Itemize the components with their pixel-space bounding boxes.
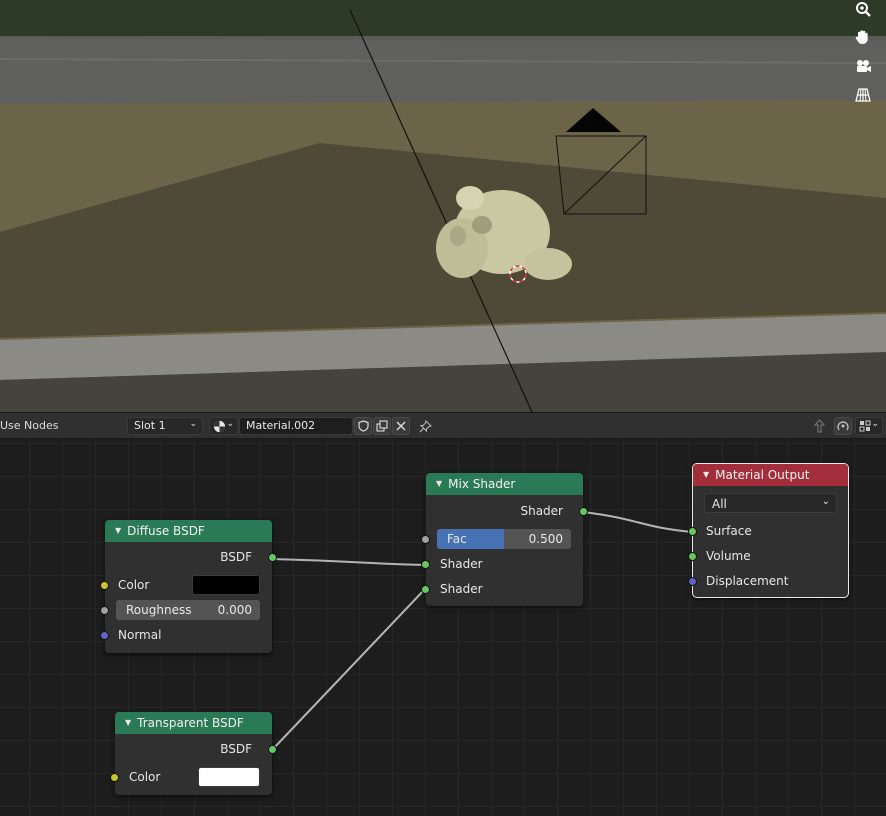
diffuse-bsdf-node-header[interactable]: ▼ Diffuse BSDF (105, 520, 272, 542)
collapse-triangle-icon[interactable]: ▼ (436, 473, 442, 495)
3d-viewport[interactable] (0, 0, 886, 412)
fac-slider[interactable]: Fac 0.500 (437, 529, 571, 549)
transparent-bsdf-node[interactable]: ▼ Transparent BSDF BSDF Color (110, 712, 277, 795)
duplicate-icon[interactable] (373, 417, 391, 435)
link-mix-to-output[interactable] (582, 511, 693, 533)
normal-label: Normal (118, 628, 162, 642)
displacement-input-socket[interactable] (688, 577, 697, 586)
surface-input-socket[interactable] (688, 527, 697, 536)
chevron-down-icon: ⌄ (189, 419, 197, 429)
shader-input-socket-1[interactable] (421, 560, 430, 569)
close-icon[interactable] (392, 417, 410, 435)
transparent-bsdf-node-header[interactable]: ▼ Transparent BSDF (115, 712, 272, 734)
slot-dropdown[interactable]: Slot 1 ⌄ (127, 417, 203, 435)
snap-icon[interactable] (834, 417, 852, 435)
bsdf-output-label: BSDF (220, 742, 252, 756)
parent-up-icon[interactable] (810, 417, 828, 435)
bsdf-output-socket[interactable] (268, 745, 277, 754)
shader-input-socket-2[interactable] (421, 585, 430, 594)
material-name-field[interactable]: Material.002 (239, 417, 353, 435)
tree-line (0, 0, 886, 36)
roughness-label: Roughness (126, 603, 192, 617)
chevron-down-icon: ⌄ (226, 419, 234, 429)
node-title: Transparent BSDF (137, 716, 244, 730)
shader-output-label: Shader (520, 504, 563, 518)
mix-shader-node[interactable]: ▼ Mix Shader Shader Fac 0.500 Shader Sha… (421, 473, 588, 606)
collapse-triangle-icon[interactable]: ▼ (115, 520, 121, 542)
color-input-socket[interactable] (100, 581, 109, 590)
link-diffuse-to-mix[interactable] (271, 558, 426, 566)
material-output-node-header[interactable]: ▼ Material Output (693, 464, 848, 486)
material-output-node[interactable]: ▼ Material Output All ⌄ Surface Volume D… (688, 464, 848, 597)
node-title: Diffuse BSDF (127, 524, 205, 538)
fac-value: 0.500 (528, 532, 563, 546)
color-label: Color (118, 578, 150, 592)
color-swatch[interactable] (198, 767, 260, 787)
link-transparent-to-mix[interactable] (271, 588, 426, 751)
color-label: Color (129, 770, 161, 784)
material-browse-button[interactable]: ⌄ (209, 417, 238, 435)
normal-input-socket[interactable] (100, 631, 109, 640)
node-editor-canvas[interactable]: ▼ Diffuse BSDF BSDF Color Roughness 0.00… (0, 439, 886, 816)
roughness-value: 0.000 (217, 603, 252, 617)
shader-input-label-2: Shader (440, 582, 483, 596)
viewport-scene (0, 0, 886, 412)
fac-input-socket[interactable] (421, 535, 430, 544)
target-value: All (712, 497, 727, 511)
shader-input-label-1: Shader (440, 557, 483, 571)
overlay-icon[interactable]: ⌄ (855, 417, 883, 435)
bsdf-output-label: BSDF (220, 550, 252, 564)
road (0, 38, 886, 104)
use-nodes-label[interactable]: Use Nodes (0, 419, 59, 432)
material-sphere-icon (213, 420, 226, 433)
roughness-slider[interactable]: Roughness 0.000 (116, 600, 260, 620)
fac-label: Fac (447, 532, 467, 546)
volume-input-socket[interactable] (688, 552, 697, 561)
node-title: Material Output (715, 468, 810, 482)
node-title: Mix Shader (448, 477, 516, 491)
diffuse-bsdf-node[interactable]: ▼ Diffuse BSDF BSDF Color Roughness 0.00… (100, 520, 277, 653)
bsdf-output-socket[interactable] (268, 553, 277, 562)
zoom-icon[interactable] (854, 0, 882, 26)
collapse-triangle-icon[interactable]: ▼ (125, 712, 131, 734)
surface-label: Surface (706, 524, 752, 538)
fake-user-shield-icon[interactable] (354, 417, 372, 435)
target-dropdown[interactable]: All ⌄ (704, 493, 837, 513)
node-editor-header: Use Nodes Slot 1 ⌄ ⌄ Material.002 ⌄ (0, 412, 886, 439)
volume-label: Volume (706, 549, 751, 563)
roughness-input-socket[interactable] (100, 606, 109, 615)
slot-label: Slot 1 (134, 419, 166, 432)
camera-icon[interactable] (854, 57, 882, 83)
mix-shader-node-header[interactable]: ▼ Mix Shader (426, 473, 583, 495)
chevron-down-icon: ⌄ (871, 419, 879, 429)
color-swatch[interactable] (192, 575, 260, 595)
collapse-triangle-icon[interactable]: ▼ (703, 464, 709, 486)
color-input-socket[interactable] (110, 773, 119, 782)
hand-pan-icon[interactable] (854, 28, 882, 54)
grid-ortho-icon[interactable] (854, 86, 882, 112)
material-name: Material.002 (246, 419, 316, 432)
displacement-label: Displacement (706, 574, 789, 588)
pin-icon[interactable] (416, 417, 434, 435)
chevron-down-icon: ⌄ (821, 496, 830, 507)
shader-output-socket[interactable] (579, 507, 588, 516)
